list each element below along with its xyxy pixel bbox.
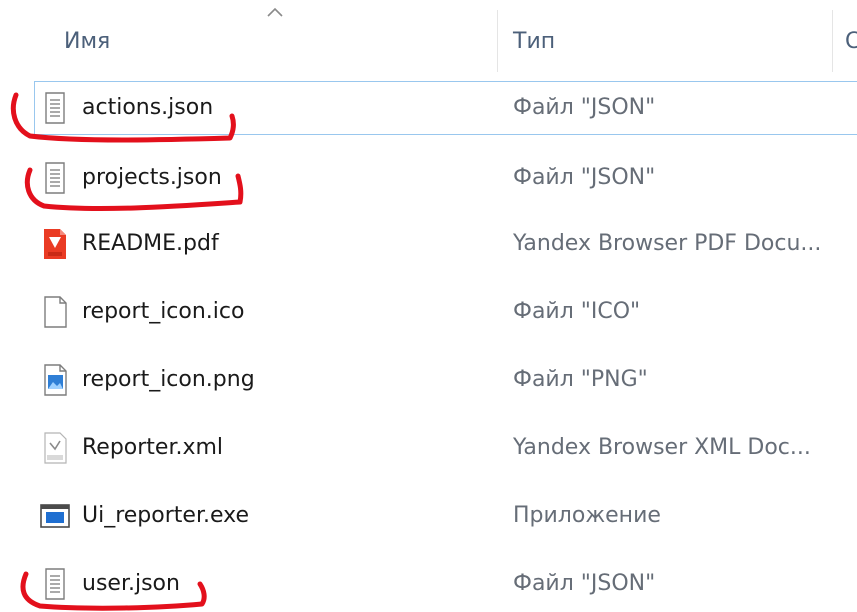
file-row-readme-pdf[interactable]: README.pdf Yandex Browser PDF Docu... — [0, 214, 857, 278]
file-type: Файл "JSON" — [513, 165, 656, 190]
pdf-icon — [44, 229, 66, 259]
file-row-user-json[interactable]: user.json Файл "JSON" — [0, 554, 857, 612]
file-type: Приложение — [513, 503, 661, 528]
column-header-type-label: Тип — [513, 28, 556, 54]
xml-file-icon — [44, 432, 67, 464]
file-type: Yandex Browser PDF Docu... — [513, 231, 822, 256]
file-name: user.json — [82, 571, 180, 596]
image-file-icon — [44, 364, 67, 396]
document-icon — [45, 568, 65, 600]
column-header-size-label: С — [845, 28, 857, 54]
file-row-report-icon-png[interactable]: report_icon.png Файл "PNG" — [0, 350, 857, 414]
file-row-projects-json[interactable]: projects.json Файл "JSON" — [0, 148, 857, 212]
file-row-reporter-xml[interactable]: Reporter.xml Yandex Browser XML Doc... — [0, 418, 857, 482]
file-name: Ui_reporter.exe — [82, 503, 249, 528]
file-row-report-icon-ico[interactable]: report_icon.ico Файл "ICO" — [0, 282, 857, 346]
file-type: Yandex Browser XML Doc... — [513, 435, 811, 460]
blank-file-icon — [44, 296, 67, 328]
file-row-actions-json[interactable]: actions.json Файл "JSON" — [0, 80, 857, 144]
file-type: Файл "JSON" — [513, 571, 656, 596]
file-type: Файл "JSON" — [513, 95, 656, 120]
column-header-name[interactable]: Имя — [0, 10, 497, 72]
column-header-bar: Имя Тип С — [0, 0, 857, 80]
column-header-name-label: Имя — [64, 28, 111, 54]
file-name: Reporter.xml — [82, 435, 224, 460]
file-name: report_icon.ico — [82, 299, 245, 324]
column-header-type[interactable]: Тип — [498, 10, 832, 72]
file-type: Файл "ICO" — [513, 299, 641, 324]
file-name: actions.json — [82, 95, 214, 120]
file-name: projects.json — [82, 165, 222, 190]
application-icon — [40, 504, 70, 528]
file-explorer-list: Имя Тип С actions.json Файл "JSON" proje… — [0, 0, 857, 612]
file-name: README.pdf — [82, 231, 219, 256]
file-row-ui-reporter-exe[interactable]: Ui_reporter.exe Приложение — [0, 486, 857, 550]
document-icon — [45, 92, 65, 124]
file-name: report_icon.png — [82, 367, 255, 392]
file-type: Файл "PNG" — [513, 367, 648, 392]
document-icon — [45, 162, 65, 194]
column-header-size[interactable]: С — [833, 10, 857, 72]
